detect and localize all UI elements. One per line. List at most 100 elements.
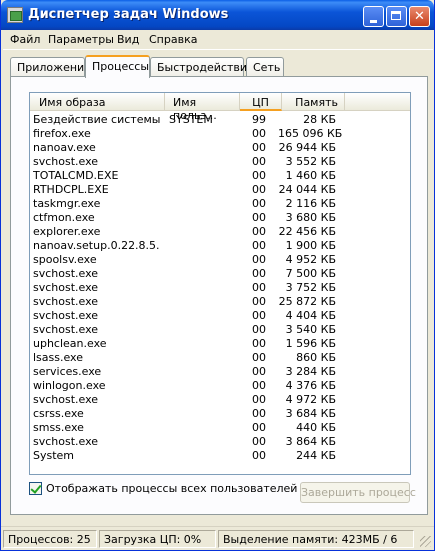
process-name: nanoav.setup.0.22.8.5... <box>33 239 160 252</box>
process-cpu: 00 <box>252 183 266 196</box>
process-memory: 3 552 КБ <box>285 155 336 168</box>
process-cpu: 00 <box>252 281 266 294</box>
process-row[interactable]: TOTALCMD.EXE 00 1 460 КБ <box>30 169 410 183</box>
process-row[interactable]: firefox.exe 00 165 096 КБ <box>30 127 410 141</box>
menu-view[interactable]: Вид <box>117 33 139 46</box>
process-memory: 3 864 КБ <box>285 435 336 448</box>
process-list[interactable]: Имя образа Имя польз... ЦП Память Бездей… <box>29 92 411 475</box>
process-name: svchost.exe <box>33 393 99 406</box>
show-all-users-checkbox[interactable] <box>29 482 42 495</box>
process-row[interactable]: taskmgr.exe 00 2 116 КБ <box>30 197 410 211</box>
process-memory: 860 КБ <box>296 351 336 364</box>
process-memory: 4 972 КБ <box>285 393 336 406</box>
process-cpu: 00 <box>252 337 266 350</box>
tab-performance[interactable]: Быстродействие <box>150 57 254 76</box>
status-process-count: Процессов: 25 <box>3 530 97 548</box>
process-row[interactable]: svchost.exe 00 4 972 КБ <box>30 393 410 407</box>
maximize-button[interactable] <box>386 6 407 27</box>
minimize-button[interactable] <box>363 6 384 27</box>
process-memory: 1 900 КБ <box>285 239 336 252</box>
process-name: nanoav.exe <box>33 141 96 154</box>
process-row[interactable]: ctfmon.exe 00 3 680 КБ <box>30 211 410 225</box>
process-cpu: 00 <box>252 211 266 224</box>
process-row[interactable]: csrss.exe 00 3 684 КБ <box>30 407 410 421</box>
process-name: svchost.exe <box>33 281 99 294</box>
process-row[interactable]: nanoav.setup.0.22.8.5... 00 1 900 КБ <box>30 239 410 253</box>
process-memory: 2 116 КБ <box>285 197 336 210</box>
process-row[interactable]: svchost.exe 00 3 864 КБ <box>30 435 410 449</box>
process-cpu: 00 <box>252 253 266 266</box>
process-cpu: 00 <box>252 393 266 406</box>
process-name: lsass.exe <box>33 351 83 364</box>
process-row[interactable]: winlogon.exe 00 4 376 КБ <box>30 379 410 393</box>
process-cpu: 00 <box>252 169 266 182</box>
process-row[interactable]: RTHDCPL.EXE 00 24 044 КБ <box>30 183 410 197</box>
menu-help[interactable]: Справка <box>149 33 197 46</box>
maximize-icon <box>391 11 401 20</box>
column-memory[interactable]: Память <box>282 93 345 111</box>
process-row[interactable]: spoolsv.exe 00 4 952 КБ <box>30 253 410 267</box>
process-row[interactable]: svchost.exe 00 3 752 КБ <box>30 281 410 295</box>
process-row[interactable]: System 00 244 КБ <box>30 449 410 463</box>
process-row[interactable]: Бездействие системы SYSTEM 99 28 КБ <box>30 113 410 127</box>
process-cpu: 00 <box>252 141 266 154</box>
process-memory: 165 096 КБ <box>278 127 343 140</box>
process-row[interactable]: explorer.exe 00 22 456 КБ <box>30 225 410 239</box>
process-row[interactable]: uphclean.exe 00 1 596 КБ <box>30 337 410 351</box>
process-name: winlogon.exe <box>33 379 106 392</box>
column-user-name[interactable]: Имя польз... <box>165 93 240 122</box>
process-row[interactable]: services.exe 00 3 284 КБ <box>30 365 410 379</box>
process-cpu: 99 <box>252 113 266 126</box>
process-name: services.exe <box>33 365 102 378</box>
process-cpu: 00 <box>252 449 266 462</box>
process-cpu: 00 <box>252 239 266 252</box>
menu-file[interactable]: Файл <box>10 33 40 46</box>
process-row[interactable]: nanoav.exe 00 26 944 КБ <box>30 141 410 155</box>
process-row[interactable]: svchost.exe 00 7 500 КБ <box>30 267 410 281</box>
process-memory: 4 376 КБ <box>285 379 336 392</box>
process-memory: 4 952 КБ <box>285 253 336 266</box>
process-row[interactable]: lsass.exe 00 860 КБ <box>30 351 410 365</box>
process-name: taskmgr.exe <box>33 197 101 210</box>
process-cpu: 00 <box>252 351 266 364</box>
process-cpu: 00 <box>252 407 266 420</box>
resize-grip[interactable] <box>420 536 431 547</box>
process-memory: 244 КБ <box>296 449 336 462</box>
process-memory: 3 680 КБ <box>285 211 336 224</box>
title-bar[interactable]: Диспетчер задач Windows ✕ <box>1 0 434 30</box>
process-name: TOTALCMD.EXE <box>33 169 119 182</box>
tab-applications[interactable]: Приложения <box>10 57 91 76</box>
process-memory: 1 596 КБ <box>285 337 336 350</box>
menu-bar: Файл Параметры Вид Справка <box>3 30 433 50</box>
process-row[interactable]: svchost.exe 00 4 404 КБ <box>30 309 410 323</box>
close-icon: ✕ <box>414 9 425 24</box>
process-memory: 22 456 КБ <box>278 225 336 238</box>
process-cpu: 00 <box>252 421 266 434</box>
process-name: csrss.exe <box>33 407 84 420</box>
minimize-icon <box>370 20 377 23</box>
task-manager-window: Диспетчер задач Windows ✕ Файл Параметры… <box>0 0 435 551</box>
column-cpu[interactable]: ЦП <box>240 93 282 111</box>
process-cpu: 00 <box>252 365 266 378</box>
column-image-name[interactable]: Имя образа <box>30 93 165 111</box>
process-row[interactable]: svchost.exe 00 25 872 КБ <box>30 295 410 309</box>
process-row[interactable]: smss.exe 00 440 КБ <box>30 421 410 435</box>
process-memory: 24 044 КБ <box>278 183 336 196</box>
menu-options[interactable]: Параметры <box>48 33 114 46</box>
end-process-button[interactable]: Завершить процесс <box>300 482 416 503</box>
tab-processes[interactable]: Процессы <box>85 55 150 78</box>
process-row[interactable]: svchost.exe 00 3 552 КБ <box>30 155 410 169</box>
process-cpu: 00 <box>252 197 266 210</box>
tab-network[interactable]: Сеть <box>246 57 284 76</box>
process-memory: 440 КБ <box>296 421 336 434</box>
process-list-body: Бездействие системы SYSTEM 99 28 КБ firefox.… <box>30 113 410 463</box>
process-cpu: 00 <box>252 267 266 280</box>
process-memory: 28 КБ <box>303 113 336 126</box>
close-button[interactable]: ✕ <box>409 6 430 27</box>
process-row[interactable]: svchost.exe 00 3 540 КБ <box>30 323 410 337</box>
process-name: ctfmon.exe <box>33 211 95 224</box>
window-title: Диспетчер задач Windows <box>28 7 229 22</box>
process-memory: 3 684 КБ <box>285 407 336 420</box>
task-manager-icon <box>7 7 23 23</box>
process-name: svchost.exe <box>33 295 99 308</box>
